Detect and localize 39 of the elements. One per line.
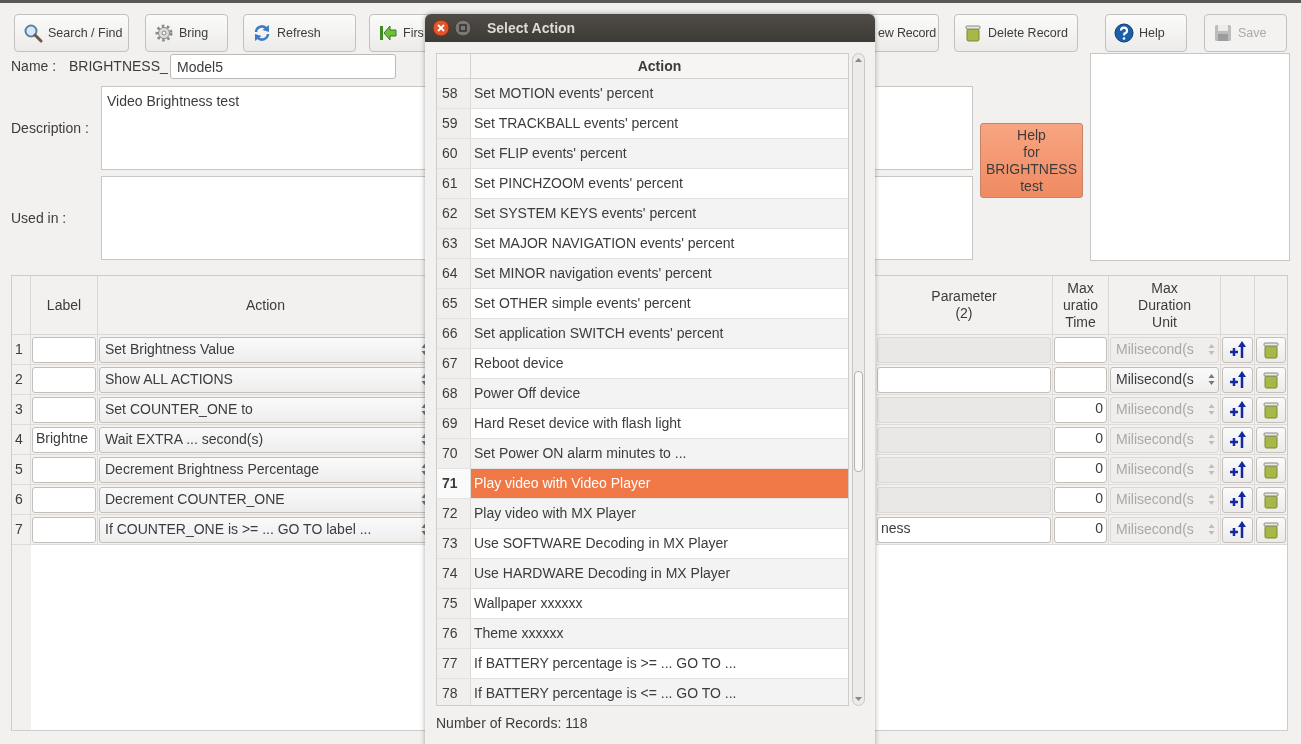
- name-label: Name :: [11, 57, 58, 76]
- row-number: 61: [437, 169, 471, 198]
- row-number: 2: [12, 365, 31, 395]
- row-number: 4: [12, 425, 31, 455]
- row-number: 1: [12, 335, 31, 365]
- record-count: Number of Records: 118: [435, 714, 589, 733]
- row-number: 72: [437, 499, 471, 528]
- row-number: 66: [437, 319, 471, 348]
- row-number: 59: [437, 109, 471, 138]
- row-number: 64: [437, 259, 471, 288]
- row-number: 78: [437, 679, 471, 705]
- column-header: Parameter (2): [876, 276, 1053, 335]
- column-header: Label: [31, 276, 98, 335]
- name-prefix: BRIGHTNESS_: [69, 57, 169, 76]
- row-number: 6: [12, 485, 31, 515]
- row-number: 69: [437, 409, 471, 438]
- row-number: 71: [437, 469, 471, 498]
- column-header: Max uratio Time: [1053, 276, 1109, 335]
- row-number: 5: [12, 455, 31, 485]
- column-header: Action: [636, 57, 683, 76]
- dialog-title: Select Action: [487, 18, 576, 38]
- row-number: 77: [437, 649, 471, 678]
- row-number: 68: [437, 379, 471, 408]
- row-number: 58: [437, 79, 471, 108]
- description-label: Description :: [11, 118, 90, 138]
- row-number: 7: [12, 515, 31, 545]
- row-number: 62: [437, 199, 471, 228]
- row-number: 3: [12, 395, 31, 425]
- row-number: 76: [437, 619, 471, 648]
- row-number: 73: [437, 529, 471, 558]
- row-number: 75: [437, 589, 471, 618]
- row-number: 60: [437, 139, 471, 168]
- row-number: 70: [437, 439, 471, 468]
- row-number: 67: [437, 349, 471, 378]
- row-number: 63: [437, 229, 471, 258]
- row-number: 65: [437, 289, 471, 318]
- row-number: 74: [437, 559, 471, 588]
- column-header: Max Duration Unit: [1109, 276, 1221, 335]
- used-in-label: Used in :: [11, 208, 68, 228]
